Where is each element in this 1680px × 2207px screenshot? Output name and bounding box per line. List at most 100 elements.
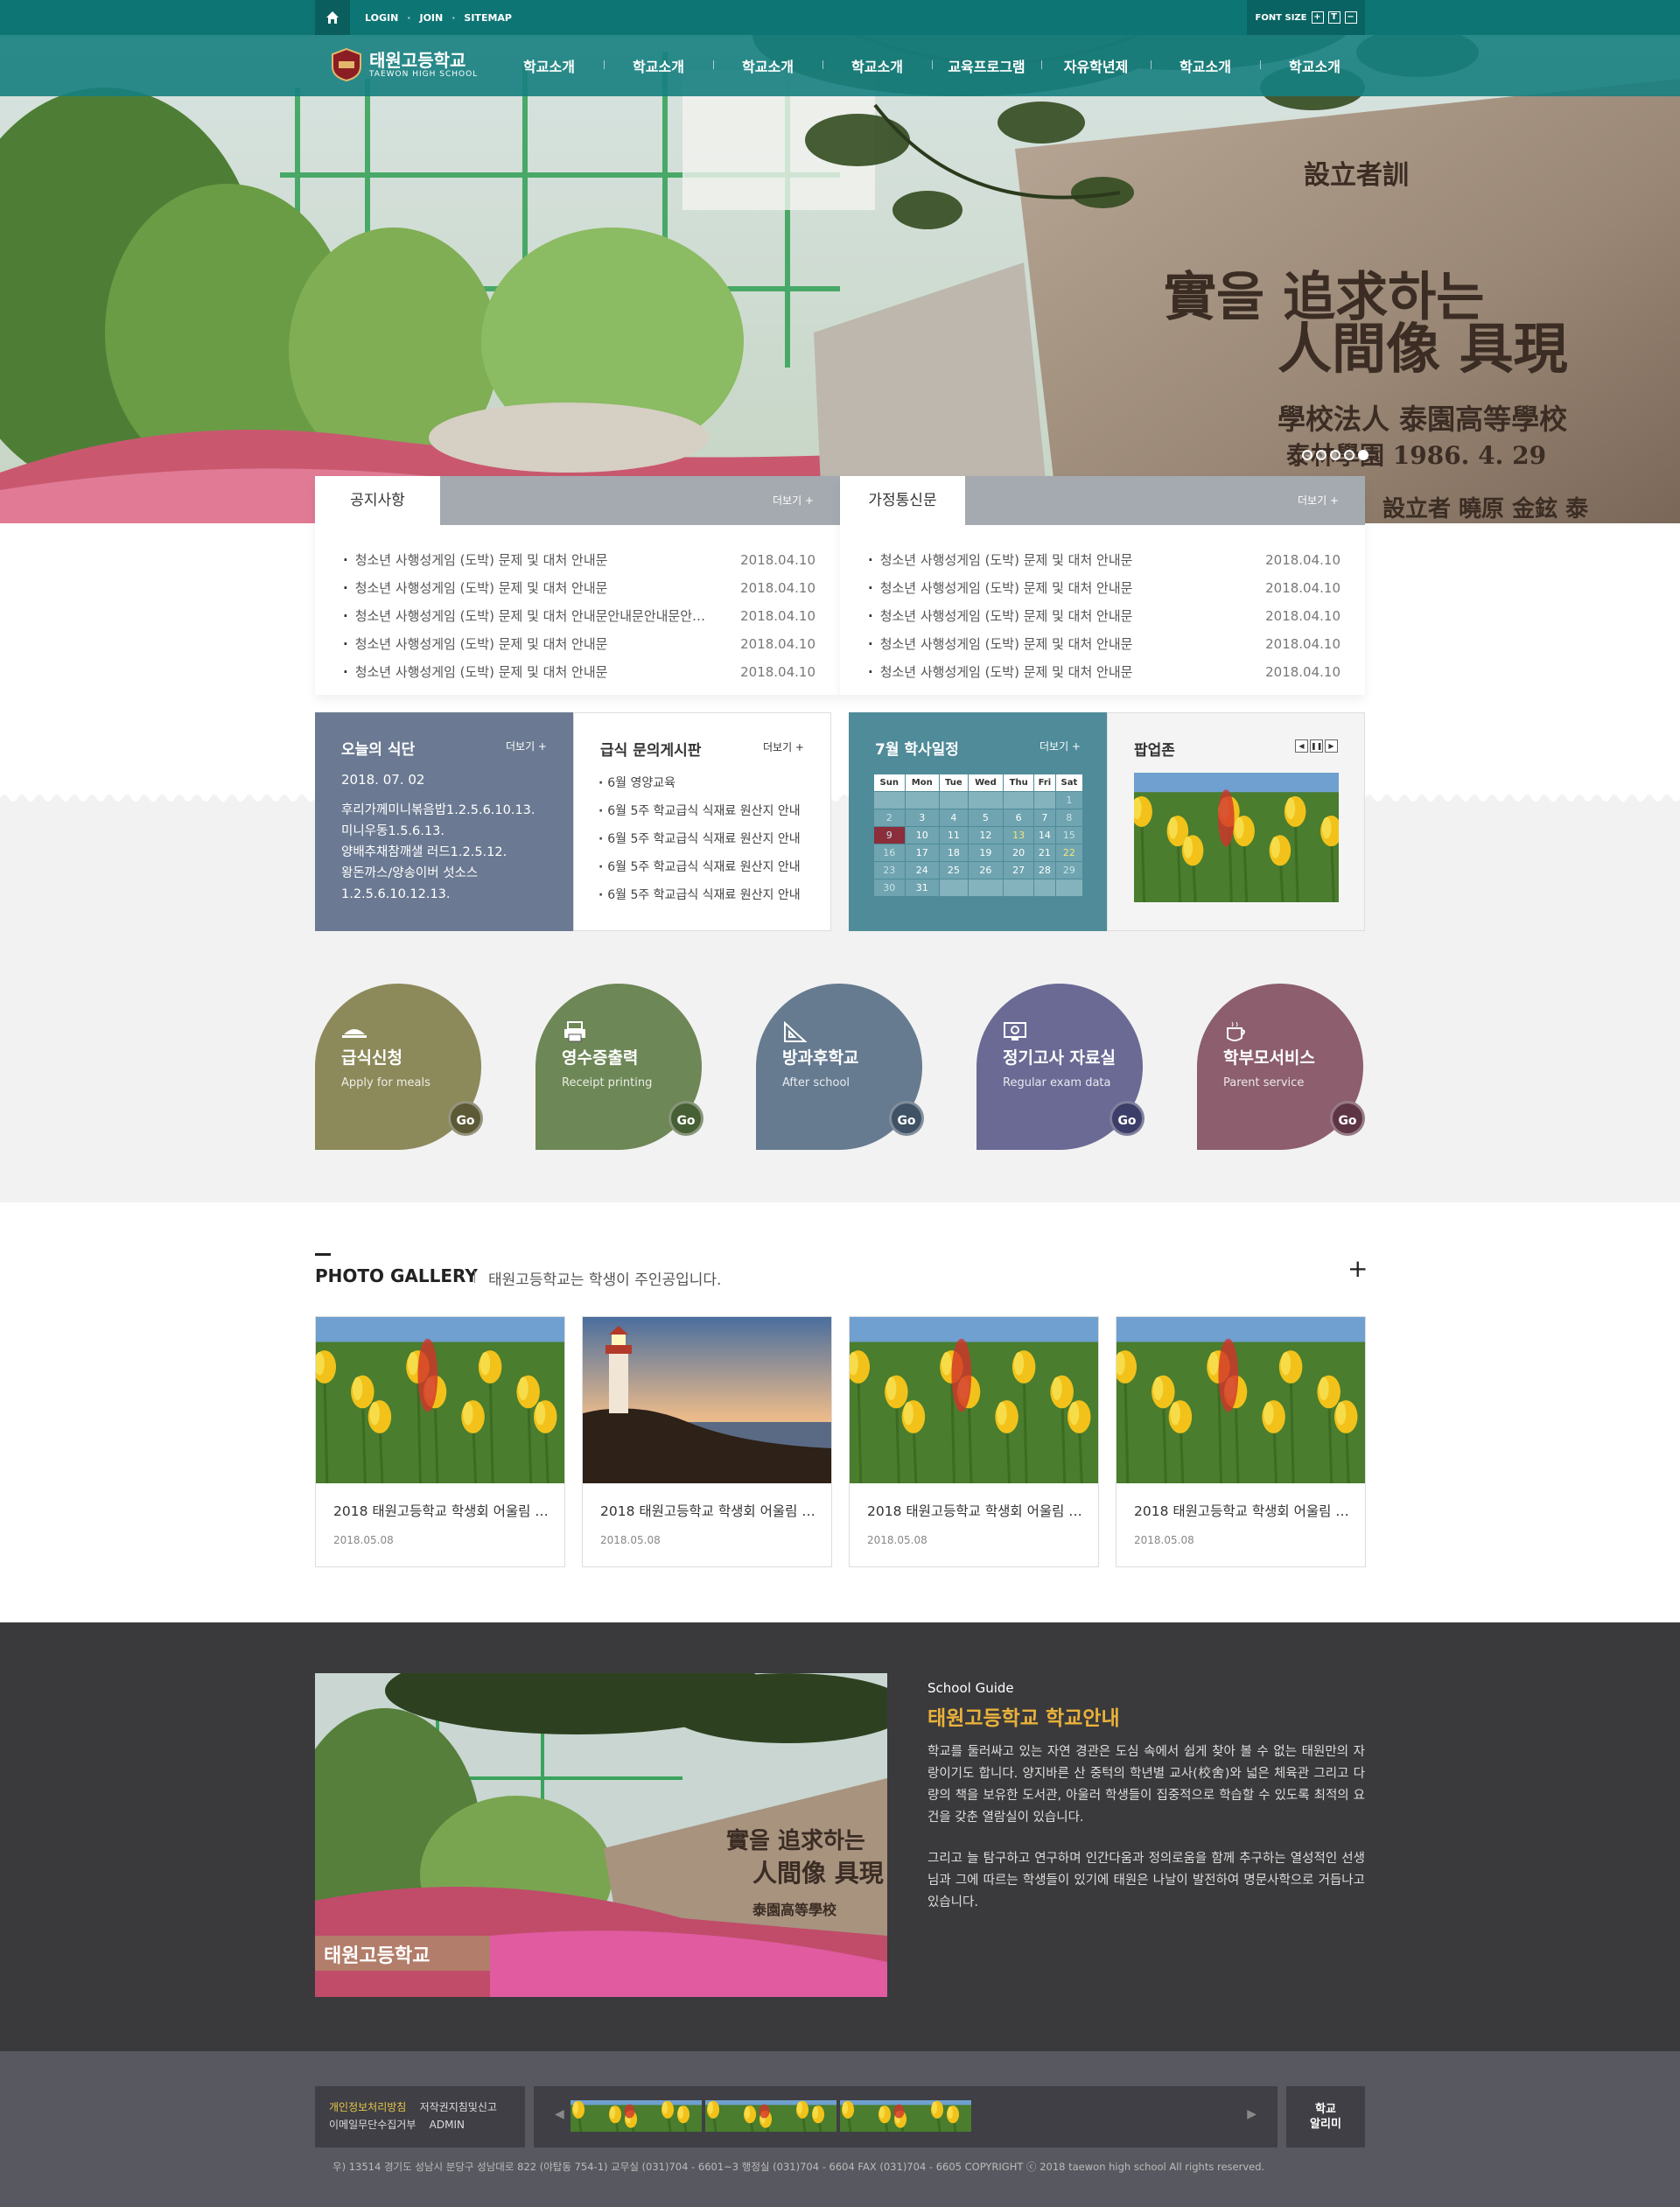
chevron-left-icon[interactable]: ◀	[555, 2107, 564, 2121]
calendar-day[interactable]: 18	[939, 844, 969, 862]
quick-link[interactable]: 방과후학교 After school Go	[756, 984, 924, 1150]
menu-item[interactable]: 학교소개	[604, 55, 713, 76]
privacy-link[interactable]: 개인정보처리방침	[329, 2101, 406, 2113]
login-link[interactable]: LOGIN	[365, 12, 398, 24]
list-item[interactable]: 청소년 사행성게임 (도박) 문제 및 대처 안내문2018.04.10	[868, 574, 1340, 602]
font-decrease-button[interactable]: −	[1344, 11, 1357, 24]
go-button[interactable]: Go	[889, 1101, 924, 1136]
calendar-day[interactable]: 26	[967, 861, 1004, 879]
go-button[interactable]: Go	[448, 1101, 483, 1136]
quick-link[interactable]: 정기고사 자료실 Regular exam data Go	[976, 984, 1144, 1150]
calendar-day[interactable]: 19	[967, 844, 1004, 862]
gallery-card[interactable]: 2018 태원고등학교 학생회 어울림 한마당 2018.05.08	[582, 1316, 832, 1567]
calendar-day[interactable]: 21	[1033, 844, 1056, 862]
notice-more-link[interactable]: 더보기 +	[773, 476, 814, 525]
sitemap-link[interactable]: SITEMAP	[464, 12, 512, 24]
copyright-policy-link[interactable]: 저작권지침및신고	[420, 2101, 497, 2113]
next-button[interactable]: ▶	[1325, 739, 1338, 753]
banner-item[interactable]	[705, 2100, 836, 2132]
font-reset-button[interactable]: T	[1327, 11, 1340, 24]
admin-link[interactable]: ADMIN	[430, 2119, 465, 2131]
school-info-button[interactable]: 학교 알리미	[1286, 2086, 1365, 2147]
menu-item[interactable]: 학교소개	[1151, 55, 1260, 76]
list-item[interactable]: 청소년 사행성게임 (도박) 문제 및 대처 안내문2018.04.10	[343, 574, 816, 602]
list-item[interactable]: 청소년 사행성게임 (도박) 문제 및 대처 안내문2018.04.10	[343, 630, 816, 658]
font-increase-button[interactable]: +	[1311, 11, 1324, 24]
banner-item[interactable]	[840, 2100, 971, 2132]
list-item[interactable]: 청소년 사행성게임 (도박) 문제 및 대처 안내문2018.04.10	[868, 546, 1340, 574]
list-item[interactable]: 청소년 사행성게임 (도박) 문제 및 대처 안내문안내문안내문안내문2018.…	[343, 602, 816, 630]
slide-dot-active[interactable]	[1358, 450, 1368, 460]
calendar-day[interactable]: 1	[1054, 791, 1084, 809]
qna-more-link[interactable]: 더보기 +	[763, 739, 804, 754]
calendar-day[interactable]: 2	[873, 809, 906, 827]
slide-dot[interactable]	[1344, 450, 1354, 460]
calendar-day[interactable]: 13	[1003, 826, 1035, 844]
slide-dot[interactable]	[1330, 450, 1340, 460]
go-button[interactable]: Go	[1110, 1101, 1144, 1136]
calendar-day[interactable]: 23	[873, 861, 906, 879]
go-button[interactable]: Go	[668, 1101, 704, 1136]
menu-item-education[interactable]: 교육프로그램	[932, 55, 1041, 76]
pause-button[interactable]: ❚❚	[1310, 739, 1323, 753]
go-button[interactable]: Go	[1330, 1101, 1365, 1136]
calendar-day[interactable]: 29	[1054, 861, 1084, 879]
calendar-day[interactable]: 17	[904, 844, 941, 862]
calendar-day[interactable]: 24	[904, 861, 941, 879]
calendar-day[interactable]: 15	[1054, 826, 1084, 844]
home-button[interactable]	[315, 0, 350, 35]
calendar-day[interactable]: 3	[904, 809, 941, 827]
list-item[interactable]: 청소년 사행성게임 (도박) 문제 및 대처 안내문2018.04.10	[868, 630, 1340, 658]
slide-dot[interactable]	[1316, 450, 1326, 460]
calendar-day[interactable]: 5	[967, 809, 1004, 827]
email-refusal-link[interactable]: 이메일무단수집거부	[329, 2119, 416, 2131]
menu-item[interactable]: 학교소개	[1260, 55, 1369, 76]
join-link[interactable]: JOIN	[419, 12, 443, 24]
prev-button[interactable]: ◀	[1295, 739, 1308, 753]
calendar-day[interactable]: 6	[1003, 809, 1035, 827]
calendar-day[interactable]: 22	[1054, 844, 1084, 862]
calendar-day[interactable]: 16	[873, 844, 906, 862]
calendar-day[interactable]: 30	[873, 879, 906, 897]
gallery-card[interactable]: 2018 태원고등학교 학생회 어울림 한마당 2018.05.08	[1116, 1316, 1366, 1567]
list-item[interactable]: 청소년 사행성게임 (도박) 문제 및 대처 안내문2018.04.10	[868, 602, 1340, 630]
calendar-more-link[interactable]: 더보기 +	[1040, 739, 1081, 753]
calendar-day[interactable]: 7	[1033, 809, 1056, 827]
list-item[interactable]: 6월 5주 학교급식 식재료 원산지 안내	[598, 797, 813, 825]
calendar-day[interactable]: 9	[873, 826, 906, 844]
calendar-day[interactable]: 8	[1054, 809, 1084, 827]
list-item[interactable]: 청소년 사행성게임 (도박) 문제 및 대처 안내문2018.04.10	[343, 658, 816, 686]
popup-image[interactable]	[1134, 773, 1339, 902]
quick-link[interactable]: 급식신청 Apply for meals Go	[315, 984, 483, 1150]
quick-link[interactable]: 영수증출력 Receipt printing Go	[536, 984, 704, 1150]
calendar-day[interactable]: 4	[939, 809, 969, 827]
meal-more-link[interactable]: 더보기 +	[506, 739, 547, 753]
list-item[interactable]: 6월 5주 학교급식 식재료 원산지 안내	[598, 881, 813, 909]
menu-item-free-year[interactable]: 자유학년제	[1041, 55, 1151, 76]
list-item[interactable]: 청소년 사행성게임 (도박) 문제 및 대처 안내문2018.04.10	[343, 546, 816, 574]
menu-item[interactable]: 학교소개	[494, 55, 604, 76]
chevron-right-icon[interactable]: ▶	[1247, 2107, 1256, 2121]
menu-item[interactable]: 학교소개	[713, 55, 822, 76]
calendar-day[interactable]: 11	[939, 826, 969, 844]
calendar-day[interactable]: 28	[1033, 861, 1056, 879]
letter-more-link[interactable]: 더보기 +	[1298, 476, 1339, 525]
list-item[interactable]: 6월 5주 학교급식 식재료 원산지 안내	[598, 853, 813, 881]
school-logo[interactable]: 태원고등학교 TAEWON HIGH SCHOOL	[331, 47, 478, 82]
tab-notice[interactable]: 공지사항	[315, 476, 440, 525]
calendar-day[interactable]: 14	[1033, 826, 1056, 844]
calendar-day[interactable]: 12	[967, 826, 1004, 844]
gallery-card[interactable]: 2018 태원고등학교 학생회 어울림 한마당 2018.05.08	[315, 1316, 565, 1567]
list-item[interactable]: 6월 5주 학교급식 식재료 원산지 안내	[598, 825, 813, 853]
quick-link[interactable]: 학부모서비스 Parent service Go	[1197, 984, 1365, 1150]
slide-dot[interactable]	[1302, 450, 1312, 460]
tab-letter[interactable]: 가정통신문	[840, 476, 965, 525]
list-item[interactable]: 6월 영양교육	[598, 769, 813, 797]
gallery-more-button[interactable]: +	[1348, 1257, 1368, 1281]
calendar-day[interactable]: 31	[904, 879, 941, 897]
calendar-day[interactable]: 25	[939, 861, 969, 879]
calendar-day[interactable]: 27	[1003, 861, 1035, 879]
calendar-day[interactable]: 20	[1003, 844, 1035, 862]
list-item[interactable]: 청소년 사행성게임 (도박) 문제 및 대처 안내문2018.04.10	[868, 658, 1340, 686]
menu-item[interactable]: 학교소개	[822, 55, 932, 76]
